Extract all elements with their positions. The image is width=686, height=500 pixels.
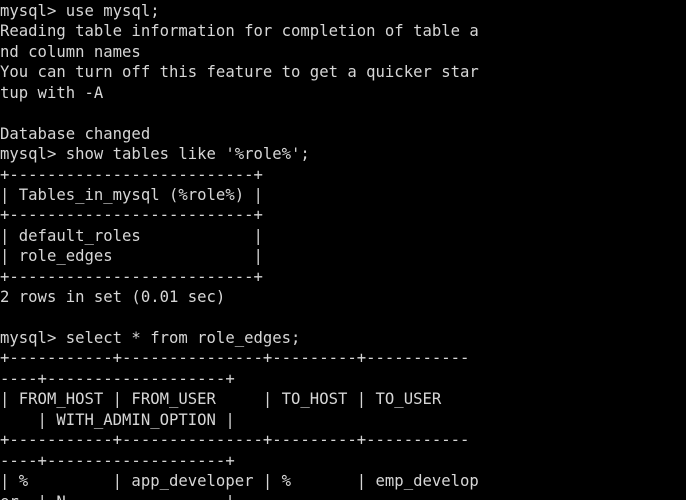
terminal-line: +-----------+---------------+---------+-…: [0, 349, 470, 368]
terminal-line: 2 rows in set (0.01 sec): [0, 288, 226, 307]
terminal-line: tup with -A: [0, 83, 104, 102]
terminal-line: mysql> select * from role_edges;: [0, 329, 301, 347]
terminal-line: | Tables_in_mysql (%role%) |: [0, 185, 263, 204]
terminal-line: +--------------------------+: [0, 165, 263, 184]
terminal-line: | % | app_developer | % | emp_develop: [0, 472, 479, 491]
terminal-line: mysql> use mysql;: [0, 2, 160, 20]
terminal-line: er | N |: [0, 492, 686, 500]
terminal-line: Reading table information for completion…: [0, 22, 479, 41]
terminal-line: +--------------------------+: [0, 267, 263, 286]
terminal-line: ----+-------------------+: [0, 451, 235, 470]
terminal-line: +--------------------------+: [0, 206, 263, 225]
terminal-line: nd column names: [0, 42, 141, 61]
terminal-line: | default_roles |: [0, 226, 263, 245]
terminal-line: +-----------+---------------+---------+-…: [0, 431, 470, 450]
terminal-line: | role_edges |: [0, 247, 263, 266]
terminal-line: ----+-------------------+: [0, 369, 235, 388]
terminal-line: You can turn off this feature to get a q…: [0, 63, 479, 82]
terminal-screen[interactable]: mysql> use mysql; Reading table informati…: [0, 0, 686, 500]
terminal-line: mysql> show tables like '%role%';: [0, 145, 310, 164]
terminal-line: | WITH_ADMIN_OPTION |: [0, 410, 235, 429]
terminal-line: | FROM_HOST | FROM_USER | TO_HOST | TO_U…: [0, 390, 470, 409]
terminal-line: Database changed: [0, 124, 151, 143]
